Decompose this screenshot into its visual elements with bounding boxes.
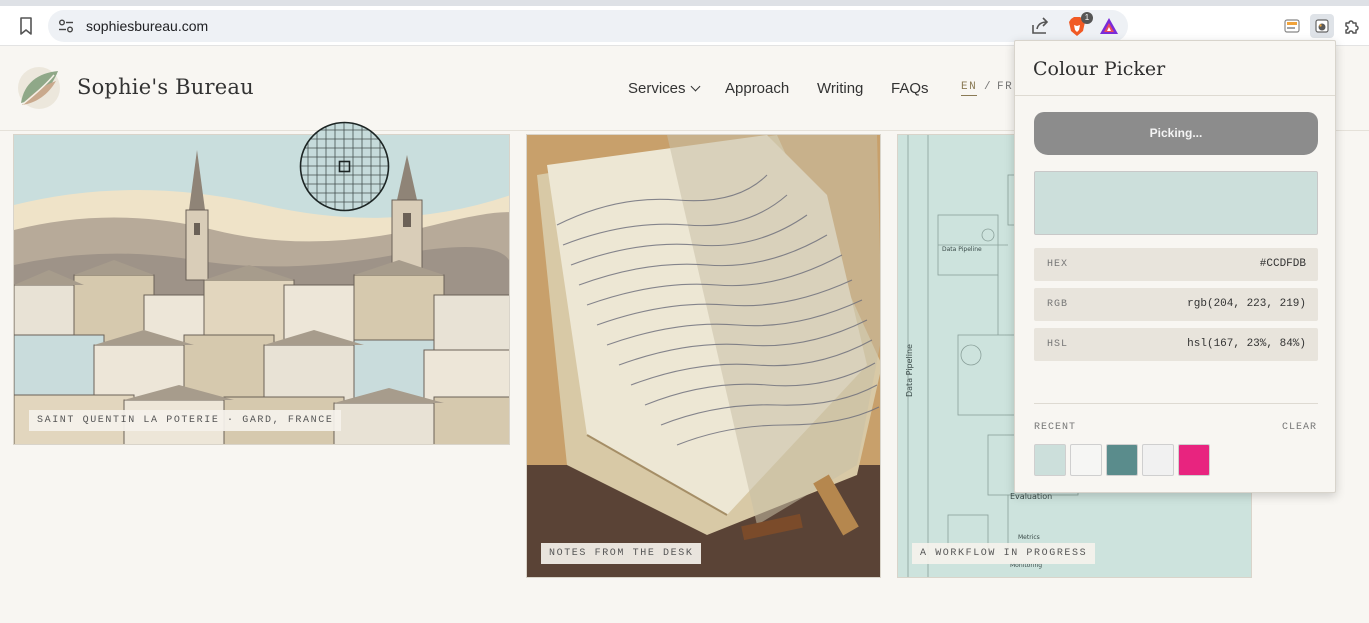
divider bbox=[1015, 95, 1335, 96]
address-bar[interactable]: sophiesbureau.com 1 bbox=[48, 10, 1128, 42]
recent-color-swatch[interactable] bbox=[1178, 444, 1210, 476]
nav-services-label: Services bbox=[628, 80, 686, 97]
pick-color-button[interactable]: Picking... bbox=[1034, 112, 1318, 155]
lang-separator: / bbox=[984, 81, 993, 93]
puzzle-icon[interactable] bbox=[1340, 14, 1364, 38]
diagram-label: Metrics bbox=[1018, 534, 1040, 541]
rgb-value-row[interactable]: RGB rgb(204, 223, 219) bbox=[1034, 288, 1318, 321]
site-name[interactable]: Sophie's Bureau bbox=[77, 75, 254, 99]
extension-icon[interactable] bbox=[1280, 14, 1304, 38]
recent-color-swatch[interactable] bbox=[1034, 444, 1066, 476]
recent-color-swatch[interactable] bbox=[1142, 444, 1174, 476]
site-info-icon[interactable] bbox=[56, 16, 76, 36]
diagram-label: Evaluation bbox=[1010, 492, 1052, 501]
divider bbox=[1034, 403, 1318, 404]
hex-value-row[interactable]: HEX #CCDFDB bbox=[1034, 248, 1318, 281]
gallery-caption: A WORKFLOW IN PROGRESS bbox=[912, 543, 1096, 564]
hex-label: HEX bbox=[1047, 259, 1069, 270]
notebook-illustration bbox=[527, 135, 880, 577]
recent-label: RECENT bbox=[1034, 422, 1077, 433]
lang-en[interactable]: EN bbox=[961, 81, 978, 96]
hsl-value-row[interactable]: HSL hsl(167, 23%, 84%) bbox=[1034, 328, 1318, 361]
clear-recent-button[interactable]: CLEAR bbox=[1282, 422, 1317, 433]
leaf-logo-icon[interactable] bbox=[16, 65, 62, 111]
lang-fr[interactable]: FR bbox=[997, 81, 1013, 93]
nav-services[interactable]: Services bbox=[628, 80, 700, 97]
brave-rewards-icon[interactable] bbox=[1098, 15, 1120, 37]
hsl-label: HSL bbox=[1047, 339, 1069, 350]
diagram-label: Data Pipeline bbox=[942, 246, 982, 253]
color-preview-swatch bbox=[1034, 171, 1318, 235]
rgb-label: RGB bbox=[1047, 299, 1069, 310]
gallery-card-notebook[interactable]: NOTES FROM THE DESK bbox=[526, 134, 881, 578]
share-icon[interactable] bbox=[1028, 14, 1052, 38]
url-text[interactable]: sophiesbureau.com bbox=[86, 18, 208, 34]
chevron-down-icon bbox=[690, 81, 700, 92]
hsl-value[interactable]: hsl(167, 23%, 84%) bbox=[1187, 338, 1306, 350]
gallery-caption: SAINT QUENTIN LA POTERIE · GARD, FRANCE bbox=[29, 410, 342, 431]
bookmark-icon[interactable] bbox=[14, 14, 38, 38]
recent-color-swatch[interactable] bbox=[1106, 444, 1138, 476]
nav-faqs[interactable]: FAQs bbox=[891, 80, 929, 97]
hex-value[interactable]: #CCDFDB bbox=[1260, 258, 1306, 270]
nav-writing[interactable]: Writing bbox=[817, 80, 863, 97]
colour-picker-extension-icon[interactable] bbox=[1310, 14, 1334, 38]
rgb-value[interactable]: rgb(204, 223, 219) bbox=[1187, 298, 1306, 310]
brave-shields-count-badge: 1 bbox=[1081, 12, 1093, 24]
colour-picker-popup: Colour Picker Picking... HEX #CCDFDB RGB… bbox=[1014, 40, 1336, 493]
recent-color-swatch[interactable] bbox=[1070, 444, 1102, 476]
diagram-label: Data Pipeline bbox=[905, 344, 914, 397]
picker-loupe[interactable] bbox=[299, 121, 390, 212]
gallery-card-village[interactable]: SAINT QUENTIN LA POTERIE · GARD, FRANCE bbox=[13, 134, 510, 445]
gallery-caption: NOTES FROM THE DESK bbox=[541, 543, 702, 564]
recent-swatches bbox=[1034, 444, 1210, 476]
popup-title: Colour Picker bbox=[1033, 58, 1166, 80]
nav-approach[interactable]: Approach bbox=[725, 80, 789, 97]
village-illustration bbox=[14, 135, 509, 444]
